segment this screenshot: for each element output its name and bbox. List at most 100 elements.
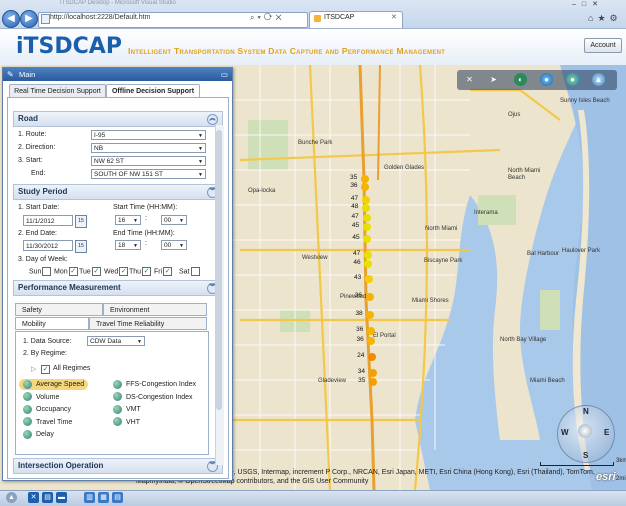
speed-marker[interactable] — [365, 293, 374, 301]
measure-delay[interactable]: Delay — [23, 429, 54, 440]
speed-marker[interactable] — [361, 175, 369, 183]
speed-marker[interactable] — [362, 223, 371, 231]
measure-ffs-congestion-index[interactable]: FFS-Congestion Index — [113, 379, 196, 390]
road-section-header[interactable]: Road ︽ — [13, 111, 223, 127]
refresh-icon[interactable]: ⟳ — [264, 13, 276, 22]
expand-regimes-icon[interactable]: ▷ — [31, 365, 36, 373]
layers-icon[interactable]: ◐ — [514, 73, 527, 86]
select-arrow-icon[interactable]: ➤ — [487, 73, 500, 86]
day-checkbox[interactable]: ✓ — [119, 267, 129, 276]
calendar-icon[interactable]: 15 — [75, 215, 87, 228]
close-window-button[interactable]: ✕ — [592, 1, 604, 8]
day-sun[interactable]: Sun — [29, 267, 52, 276]
measure-ds-congestion-index[interactable]: DS-Congestion Index — [113, 392, 193, 403]
intersection-section-header[interactable]: Intersection Operation ︾ — [13, 458, 223, 474]
map-place-label: North Miami — [425, 226, 458, 232]
route-select[interactable]: I-95 ▼ — [91, 130, 206, 140]
measure-label: Volume — [36, 393, 60, 401]
window-controls[interactable]: –□✕ — [572, 0, 604, 8]
tab-mobility[interactable]: Mobility — [15, 317, 89, 330]
chevron-down-icon: ▼ — [198, 159, 203, 165]
tab-environment[interactable]: Environment — [103, 303, 207, 316]
start-date-input[interactable]: 11/1/2012 — [23, 215, 73, 226]
close-icon[interactable]: ✕ — [275, 13, 284, 22]
footer-layout-one-icon[interactable]: ▥ — [84, 492, 95, 503]
speed-marker[interactable] — [362, 214, 371, 222]
start-hour-select[interactable]: 16 ▼ — [115, 215, 141, 225]
all-regimes-checkbox[interactable]: ✓ — [41, 365, 50, 374]
scrollbar-thumb[interactable] — [216, 130, 222, 410]
end-date-input[interactable]: 11/30/2012 — [23, 240, 73, 251]
day-checkbox[interactable]: ✓ — [91, 267, 101, 276]
day-checkbox[interactable] — [190, 267, 200, 276]
measure-travel-time[interactable]: Travel Time — [23, 417, 72, 428]
minimize-button[interactable]: – — [572, 1, 582, 8]
earth-icon[interactable]: ● — [566, 73, 579, 86]
collapse-road-icon[interactable]: ︽ — [207, 114, 218, 125]
speed-marker[interactable] — [364, 251, 373, 259]
compass-north[interactable]: N — [583, 407, 589, 416]
compass-east[interactable]: E — [604, 428, 609, 437]
back-button[interactable]: ◀ — [2, 10, 20, 28]
maximize-button[interactable]: □ — [582, 1, 592, 8]
speed-marker[interactable] — [361, 196, 370, 204]
footer-minimize-icon[interactable]: ▬ — [56, 492, 67, 503]
scale-km: 3km — [616, 458, 626, 464]
measure-vht[interactable]: VHT — [113, 417, 140, 428]
measure-tool-icon[interactable]: ✕ — [463, 73, 476, 86]
speed-marker[interactable] — [368, 369, 377, 377]
account-button[interactable]: Account — [584, 38, 622, 53]
compass-center-button[interactable] — [578, 424, 592, 438]
tab-travel-time-reliability[interactable]: Travel Time Reliability — [89, 317, 207, 330]
day-checkbox[interactable] — [42, 267, 52, 276]
end-hour-select[interactable]: 18 ▼ — [115, 240, 141, 250]
measure-vmt[interactable]: VMT — [113, 404, 141, 415]
end-minute-select[interactable]: 00 ▼ — [161, 240, 187, 250]
measure-label: Occupancy — [36, 406, 72, 413]
tab-safety[interactable]: Safety — [15, 303, 103, 316]
perf-section-header[interactable]: Performance Measurement ︾ — [13, 280, 223, 296]
tab-real-time[interactable]: Real Time Decision Support — [9, 84, 106, 98]
measure-icon — [113, 404, 122, 414]
calendar-icon[interactable]: 15 — [75, 240, 87, 253]
address-icons[interactable]: ⌕▾⟳✕ — [250, 13, 285, 23]
speed-marker[interactable] — [365, 275, 373, 283]
day-wed[interactable]: Wed ✓ — [104, 267, 129, 276]
footer-chart-icon[interactable]: ▤ — [42, 492, 53, 503]
start-minute-select[interactable]: 00 ▼ — [161, 215, 187, 225]
road-heading: Road — [18, 114, 38, 123]
data-source-select[interactable]: CDW Data ▼ — [87, 336, 145, 346]
measure-average-speed[interactable]: Average Speed — [19, 379, 89, 390]
intersection-heading: Intersection Operation — [18, 461, 104, 470]
footer-arrow-icon[interactable]: ▲ — [6, 492, 17, 503]
forward-button[interactable]: ▶ — [20, 10, 38, 28]
basemap-globe-icon[interactable]: ● — [540, 73, 553, 86]
day-checkbox[interactable]: ✓ — [142, 267, 152, 276]
tab-close-icon[interactable]: ✕ — [391, 13, 397, 21]
favorites-icon[interactable]: ★ — [597, 13, 609, 23]
day-checkbox[interactable]: ✓ — [68, 267, 78, 276]
tab-offline[interactable]: Offline Decision Support — [106, 84, 200, 98]
day-sat[interactable]: Sat — [179, 267, 200, 276]
compass-south[interactable]: S — [583, 451, 588, 460]
footer-grid-icon[interactable]: ✕ — [28, 492, 39, 503]
footer-layout-two-icon[interactable]: ▦ — [98, 492, 109, 503]
panel-title-bar[interactable]: ✎ Main ▭ — [3, 68, 232, 81]
browser-toolbar-icons[interactable]: ⌂★⚙ — [588, 13, 622, 24]
legend-icon[interactable]: ▲ — [592, 73, 605, 86]
day-tue[interactable]: Tue ✓ — [79, 267, 101, 276]
end-select[interactable]: SOUTH OF NW 151 ST ▼ — [91, 169, 206, 179]
start-select[interactable]: NW 62 ST ▼ — [91, 156, 206, 166]
study-section-header[interactable]: Study Period ︾ — [13, 184, 223, 200]
direction-select[interactable]: NB ▼ — [91, 143, 206, 153]
day-checkbox[interactable]: ✓ — [163, 267, 173, 276]
measure-volume[interactable]: Volume — [23, 392, 59, 403]
measure-occupancy[interactable]: Occupancy — [23, 404, 71, 415]
collapse-panel-icon[interactable]: ▭ — [221, 68, 228, 81]
compass-west[interactable]: W — [561, 428, 569, 437]
gear-icon[interactable]: ⚙ — [610, 13, 622, 23]
day-thu[interactable]: Thu ✓ — [129, 267, 152, 276]
footer-layout-three-icon[interactable]: ▤ — [112, 492, 123, 503]
day-fri[interactable]: Fri ✓ — [154, 267, 173, 276]
day-mon[interactable]: Mon ✓ — [54, 267, 78, 276]
